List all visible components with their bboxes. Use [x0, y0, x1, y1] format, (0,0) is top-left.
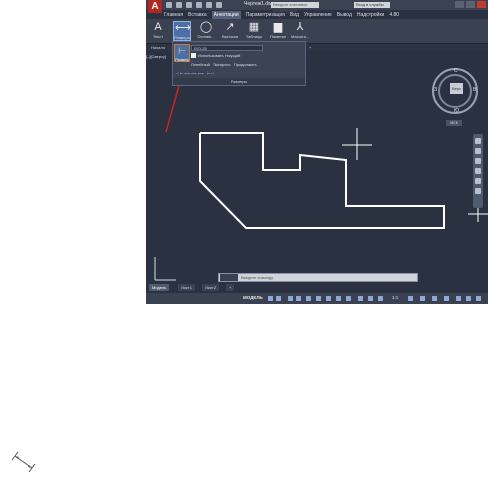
scale-button[interactable]: ⅄ Масшта...: [291, 21, 309, 41]
snap-icon[interactable]: [276, 296, 281, 301]
print-icon[interactable]: [196, 2, 202, 8]
annotation-monitor-icon[interactable]: [420, 296, 425, 301]
compass-south[interactable]: Ю: [454, 108, 459, 114]
text-button[interactable]: A Текст: [149, 21, 167, 41]
login-button[interactable]: Вход в службы: [354, 2, 390, 8]
document-title: Чертеж1.dwg: [244, 1, 275, 7]
transparency-icon[interactable]: [336, 296, 341, 301]
table-button[interactable]: ▦ Таблицы: [245, 21, 263, 41]
annotation-scale[interactable]: 1:1: [392, 295, 398, 300]
annotation-visibility-icon[interactable]: [368, 296, 373, 301]
dimension-tools-row: Линейный Экспресс Продолжить: [191, 62, 257, 67]
redo-icon[interactable]: [216, 2, 222, 8]
showmotion-icon[interactable]: [475, 178, 481, 184]
dimensions-expanded-panel: ⊢ Размер ISO-25 Использовать текущий Лин…: [172, 41, 306, 86]
model-space-button[interactable]: МОДЕЛЬ: [243, 295, 263, 300]
close-button[interactable]: [477, 1, 486, 8]
orbit-icon[interactable]: [475, 168, 481, 174]
tab-model[interactable]: Модель: [149, 284, 170, 291]
tab-layout1[interactable]: Лист1: [178, 284, 195, 291]
dimension-style-select[interactable]: ISO-25: [191, 45, 263, 51]
markup-button[interactable]: ▆ Пометки: [269, 21, 287, 41]
scale-icon: ⅄: [296, 21, 304, 33]
dimension-icon: ⊢: [178, 46, 186, 56]
zoom-icon[interactable]: [475, 158, 481, 164]
compass-west[interactable]: З: [434, 87, 437, 93]
aligned-dimension-icon: [11, 451, 36, 473]
table-icon: ▦: [248, 21, 260, 33]
ribbon-tabs: Главная Вставка Аннотации Параметризация…: [164, 11, 484, 19]
command-line-buttons[interactable]: [220, 274, 238, 281]
quick-properties-icon[interactable]: [444, 296, 449, 301]
workspace-gear-icon[interactable]: [408, 296, 413, 301]
open-file-icon[interactable]: [176, 2, 182, 8]
autocad-window: A Чертеж1.dwg Введите ключевое слово/фра…: [146, 0, 488, 304]
leader-button[interactable]: ↗ Выноски: [221, 21, 239, 41]
command-line-input[interactable]: Введите команду: [218, 273, 418, 282]
minimize-button[interactable]: [455, 1, 464, 8]
ortho-icon[interactable]: [288, 296, 293, 301]
wcs-menu[interactable]: МСК: [446, 120, 462, 126]
search-input[interactable]: Введите ключевое слово/фразу: [271, 2, 319, 13]
express-button[interactable]: Экспресс: [213, 62, 230, 67]
layout-tabs: Модель Лист1 Лист2 +: [146, 283, 488, 292]
lineweight-icon[interactable]: [326, 296, 331, 301]
new-tab-button[interactable]: +: [306, 44, 314, 51]
maximize-button[interactable]: [466, 1, 475, 8]
units-icon[interactable]: [432, 296, 437, 301]
viewcube-top-face[interactable]: Верх: [450, 83, 463, 94]
save-icon[interactable]: [186, 2, 192, 8]
linear-button[interactable]: Линейный: [191, 62, 210, 67]
new-file-icon[interactable]: [166, 2, 172, 8]
window-controls: [455, 1, 486, 9]
circle-button[interactable]: ◯ Основн...: [197, 21, 215, 41]
tab-layout2[interactable]: Лист2: [202, 284, 219, 291]
dimension-small-tools[interactable]: ⊣ ⊢ ⟷ ⟷ ⟷ ⊢⊣: [175, 71, 214, 76]
tab-insert[interactable]: Вставка: [188, 11, 207, 19]
dimensions-panel-footer[interactable]: Размеры: [173, 78, 305, 85]
selection-cycling-icon[interactable]: [346, 296, 351, 301]
grid-icon[interactable]: [268, 296, 273, 301]
autocad-logo-icon[interactable]: A: [148, 0, 162, 13]
tab-home[interactable]: Главная: [164, 11, 183, 19]
tab-parametric[interactable]: Параметризация: [246, 11, 285, 19]
circle-icon: ◯: [199, 21, 213, 33]
tab-extra[interactable]: 4.80: [389, 11, 399, 19]
dimension-big-button[interactable]: ⊢ Размер: [174, 44, 190, 62]
dimension-button[interactable]: ⟷ Размеры: [173, 21, 191, 41]
isolate-objects-icon[interactable]: [466, 296, 471, 301]
undo-icon[interactable]: [206, 2, 212, 8]
continue-button[interactable]: Продолжить: [234, 62, 257, 67]
viewport-label[interactable]: [–][Сверху]: [146, 54, 166, 59]
annotation-icon[interactable]: [358, 296, 363, 301]
polar-icon[interactable]: [296, 296, 301, 301]
use-current-checkbox[interactable]: [191, 53, 196, 59]
use-current-row[interactable]: Использовать текущий: [191, 53, 240, 59]
osnap-icon[interactable]: [306, 296, 311, 301]
leader-icon: ↗: [225, 21, 235, 33]
file-tab-start[interactable]: Начало: [148, 44, 168, 51]
autoscale-icon[interactable]: [378, 296, 383, 301]
drawn-polyline: [199, 132, 445, 229]
steering-wheel-icon[interactable]: [475, 138, 481, 144]
fullscreen-icon[interactable]: [476, 296, 481, 301]
compass-east[interactable]: В: [473, 87, 476, 93]
tab-view[interactable]: Вид: [290, 11, 299, 19]
tab-add-layout[interactable]: +: [226, 284, 235, 291]
tab-output[interactable]: Вывод: [337, 11, 352, 19]
lock-ui-icon[interactable]: [456, 296, 461, 301]
tab-manage[interactable]: Управление: [304, 11, 332, 19]
compass-north[interactable]: С: [454, 68, 458, 74]
navbar-settings-icon[interactable]: [475, 188, 481, 194]
pan-icon[interactable]: [475, 148, 481, 154]
markup-icon: ▆: [273, 21, 283, 33]
title-bar: A Чертеж1.dwg Введите ключевое слово/фра…: [146, 0, 488, 13]
otrack-icon[interactable]: [316, 296, 321, 301]
tab-addins[interactable]: Надстройки: [357, 11, 384, 19]
dimension-icon: ⟷: [175, 22, 191, 34]
text-icon: A: [154, 21, 162, 33]
tab-annotate[interactable]: Аннотации: [211, 11, 241, 19]
navigation-bar: [473, 134, 483, 208]
